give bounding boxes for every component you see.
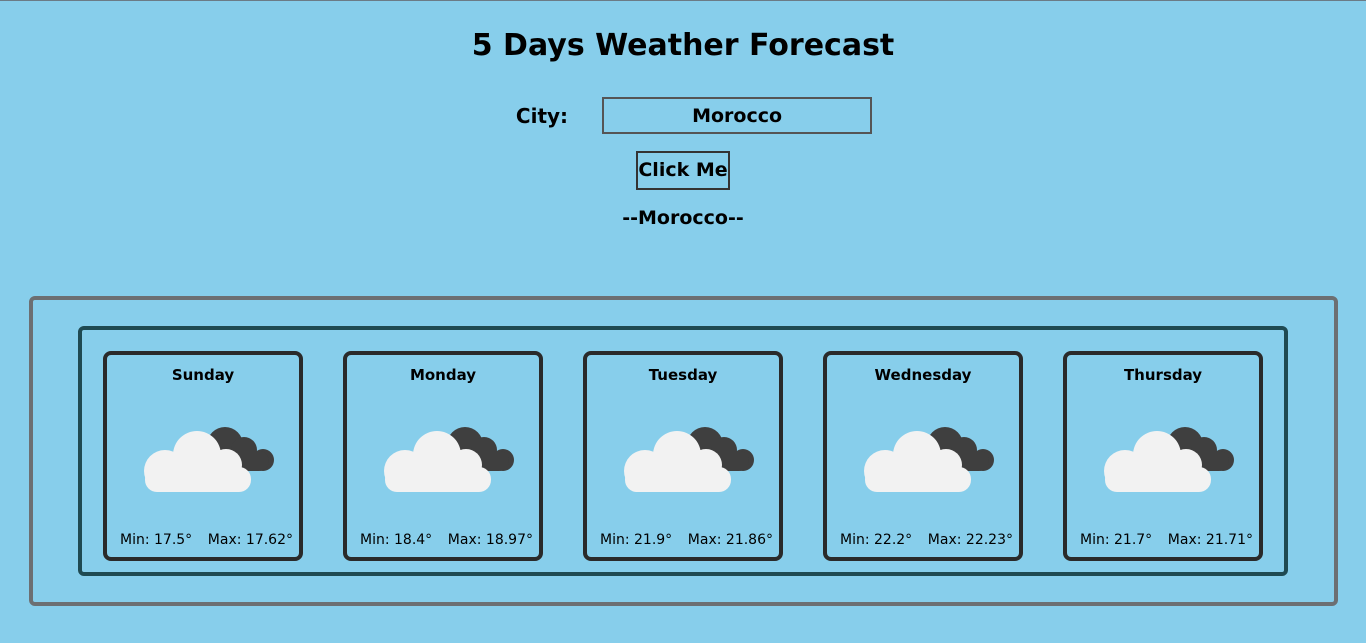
max-temp: Max: 18.97° xyxy=(447,532,533,548)
forecast-temps: Min: 21.9° Max: 21.86° xyxy=(587,531,779,549)
forecast-temps: Min: 22.2° Max: 22.23° xyxy=(827,531,1019,549)
forecast-day-label: Monday xyxy=(409,366,477,384)
partly-cloudy-icon xyxy=(864,427,994,492)
forecast-card-thursday: Thursday Min: 21.7° Max: 21.71° xyxy=(1063,351,1263,561)
min-temp: Min: 21.7° xyxy=(1080,532,1153,548)
min-temp: Min: 17.5° xyxy=(120,532,193,548)
max-temp: Max: 17.62° xyxy=(207,532,293,548)
forecast-day-label: Wednesday xyxy=(874,366,972,384)
partly-cloudy-icon xyxy=(624,427,754,492)
forecast-day-label: Tuesday xyxy=(648,366,718,384)
partly-cloudy-icon xyxy=(384,427,514,492)
click-me-button[interactable]: Click Me xyxy=(636,151,730,190)
forecast-day-label: Thursday xyxy=(1123,366,1203,384)
min-temp: Min: 18.4° xyxy=(360,532,433,548)
partly-cloudy-icon xyxy=(144,427,274,492)
top-border-line xyxy=(0,0,1366,1)
city-input[interactable] xyxy=(602,97,873,134)
forecast-card-wednesday: Wednesday Min: 22.2° Max: 22.23° xyxy=(823,351,1023,561)
forecast-temps: Min: 21.7° Max: 21.71° xyxy=(1067,531,1259,549)
city-search-row: City: xyxy=(0,95,1366,136)
min-temp: Min: 21.9° xyxy=(600,532,673,548)
forecast-temps: Min: 17.5° Max: 17.62° xyxy=(107,531,299,549)
forecast-temps: Min: 18.4° Max: 18.97° xyxy=(347,531,539,549)
city-label: City: xyxy=(515,103,569,128)
partly-cloudy-icon xyxy=(1104,427,1234,492)
page-title: 5 Days Weather Forecast xyxy=(471,28,895,63)
max-temp: Max: 22.23° xyxy=(927,532,1013,548)
forecast-card-tuesday: Tuesday Min: 21.9° Max: 21.86° xyxy=(583,351,783,561)
forecast-card-monday: Monday Min: 18.4° Max: 18.97° xyxy=(343,351,543,561)
min-temp: Min: 22.2° xyxy=(840,532,913,548)
city-result-heading: --Morocco-- xyxy=(622,207,744,229)
forecast-card-sunday: Sunday Min: 17.5° Max: 17.62° xyxy=(103,351,303,561)
max-temp: Max: 21.71° xyxy=(1167,532,1253,548)
max-temp: Max: 21.86° xyxy=(687,532,773,548)
forecast-day-label: Sunday xyxy=(171,366,235,384)
